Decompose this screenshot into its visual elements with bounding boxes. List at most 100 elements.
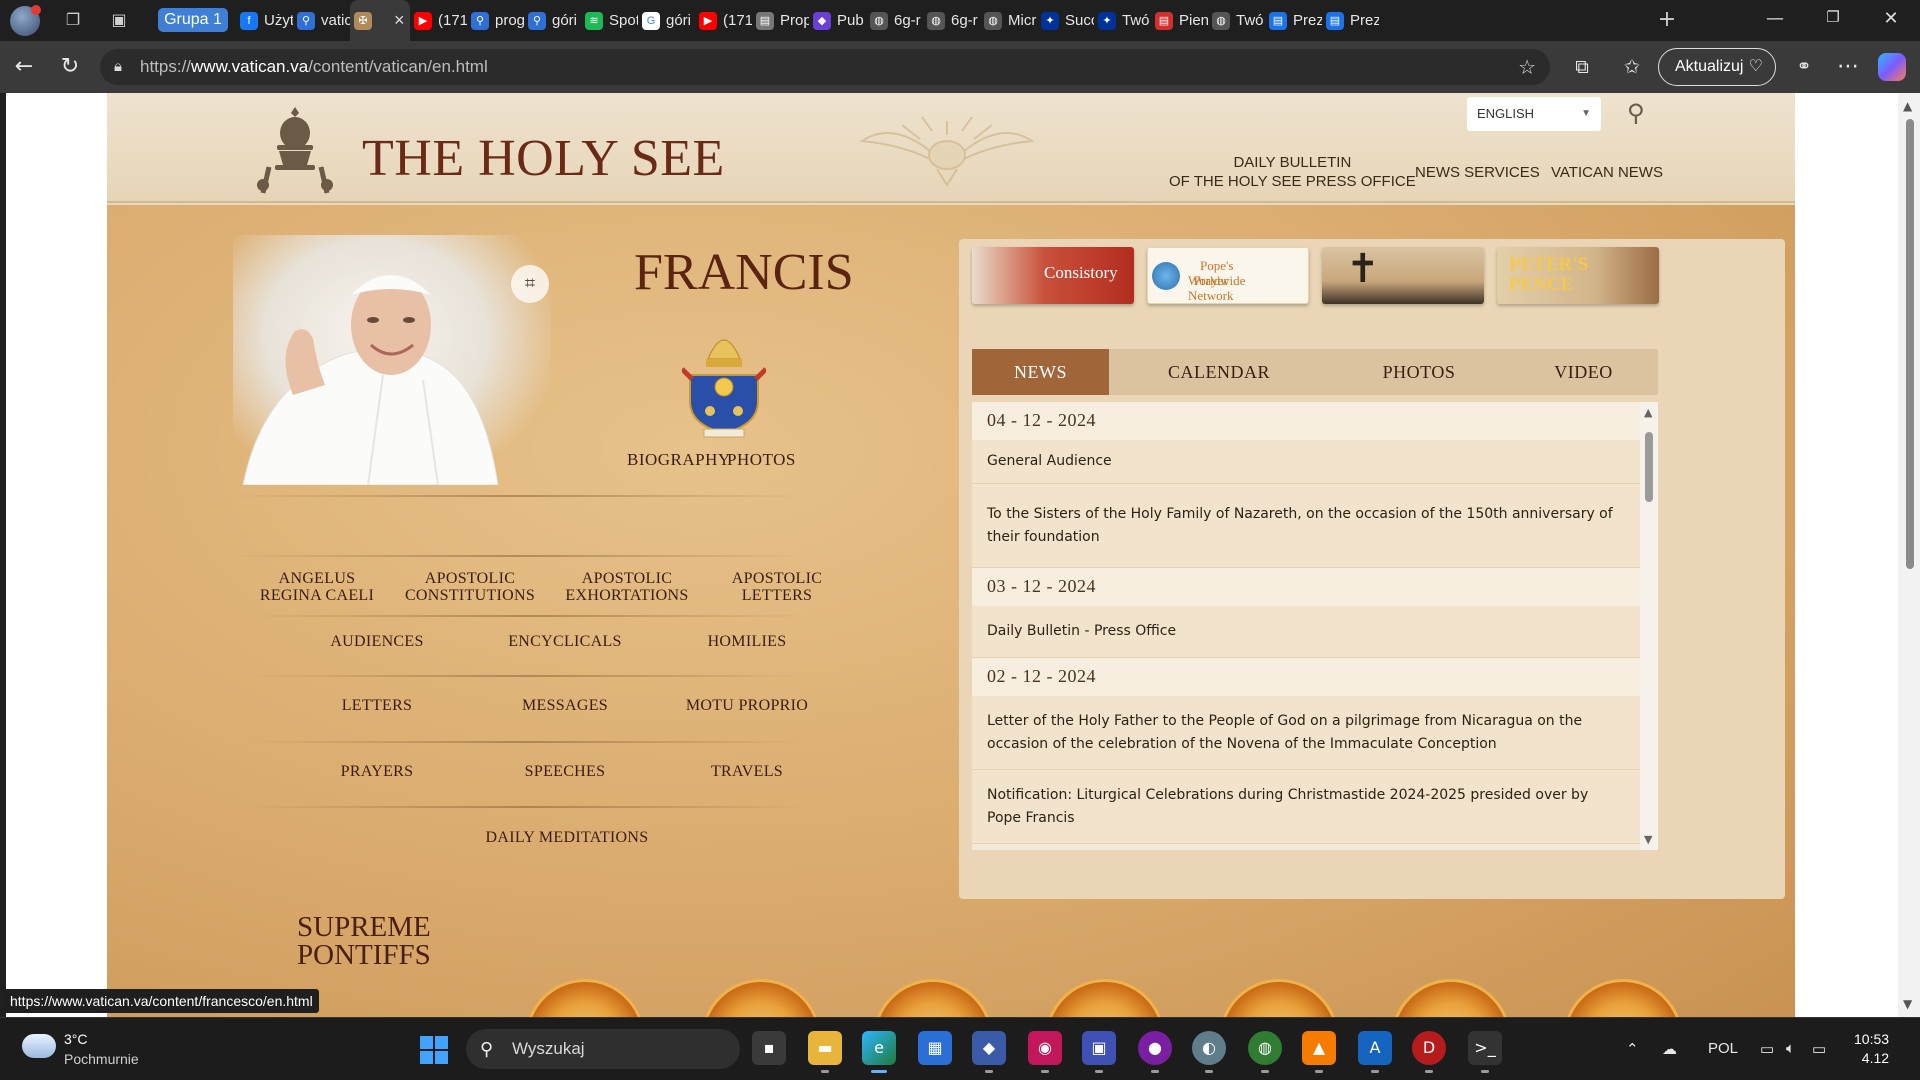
start-button[interactable] bbox=[420, 1036, 448, 1064]
news-services-link[interactable]: NEWS SERVICES bbox=[1415, 163, 1540, 182]
browser-tab[interactable]: Ggóri bbox=[638, 0, 695, 41]
category-daily-meditations[interactable]: DAILY MEDITATIONS bbox=[467, 829, 667, 846]
favorites-icon[interactable]: ✩ bbox=[1618, 53, 1646, 81]
supreme-pontiffs-heading[interactable]: SUPREME PONTIFFS bbox=[297, 913, 431, 970]
volume-icon[interactable]: 🔈︎ bbox=[1786, 1040, 1795, 1057]
display-icon[interactable]: ▭ bbox=[1760, 1040, 1774, 1058]
page-scrollbar[interactable]: ▲ ▼ bbox=[1898, 93, 1920, 1017]
news-item[interactable]: Notification: Liturgical Celebrations du… bbox=[972, 770, 1640, 844]
cloud-icon[interactable] bbox=[22, 1034, 56, 1058]
scroll-thumb[interactable] bbox=[1906, 119, 1914, 569]
visual-search-icon[interactable]: ⌗ bbox=[511, 265, 549, 303]
terminal-icon[interactable]: >_ bbox=[1468, 1031, 1502, 1073]
category-letters[interactable]: LETTERS bbox=[322, 697, 432, 714]
app-icon[interactable]: ◉ bbox=[1028, 1031, 1062, 1073]
language-select[interactable]: ENGLISH ▼ bbox=[1467, 97, 1601, 131]
weather-temperature[interactable]: 3°C bbox=[64, 1031, 88, 1047]
github-icon[interactable]: ● bbox=[1138, 1031, 1172, 1073]
cross-banner[interactable]: ✝ bbox=[1322, 247, 1484, 304]
save-icon[interactable]: ▣ bbox=[1082, 1031, 1116, 1073]
chevron-up-icon[interactable]: ⌃ bbox=[1626, 1040, 1639, 1058]
prayer-network-banner[interactable]: Pope's Worldwide Prayer Network bbox=[1147, 247, 1309, 304]
profile-avatar[interactable] bbox=[10, 5, 41, 36]
language-indicator[interactable]: POL bbox=[1708, 1040, 1738, 1057]
browser-tab[interactable]: ▶ (171 bbox=[410, 0, 467, 41]
copilot-icon[interactable] bbox=[1878, 53, 1906, 81]
category-angelus[interactable]: ANGELUS REGINA CAELI bbox=[257, 570, 377, 604]
new-tab-icon[interactable]: + bbox=[1656, 9, 1678, 31]
scroll-up-icon[interactable]: ▲ bbox=[1903, 99, 1912, 113]
browser-tab[interactable]: ◍ Twó bbox=[1208, 0, 1265, 41]
workspaces-icon[interactable]: ❐ bbox=[62, 9, 84, 31]
app-icon[interactable]: A bbox=[1358, 1031, 1392, 1073]
store-icon[interactable]: ▦ bbox=[918, 1031, 952, 1065]
browser-tab[interactable]: ▶ (171 bbox=[695, 0, 752, 41]
minimize-icon[interactable]: — bbox=[1752, 8, 1798, 29]
virtualbox-icon[interactable]: ◆ bbox=[972, 1031, 1006, 1073]
category-messages[interactable]: MESSAGES bbox=[500, 697, 630, 714]
news-item[interactable]: Daily Bulletin - Press Office bbox=[972, 606, 1640, 658]
category-speeches[interactable]: SPEECHES bbox=[500, 763, 630, 780]
category-prayers[interactable]: PRAYERS bbox=[322, 763, 432, 780]
pope-name[interactable]: FRANCIS bbox=[634, 243, 854, 302]
browser-tab[interactable]: ⚲ prog bbox=[467, 0, 524, 41]
vlc-icon[interactable]: ▲ bbox=[1302, 1031, 1336, 1073]
browser-tab[interactable]: ⚲ vatic bbox=[293, 0, 350, 41]
pope-portrait[interactable] bbox=[233, 235, 551, 485]
network-icon[interactable]: ☁ bbox=[1662, 1040, 1677, 1058]
category-audiences[interactable]: AUDIENCES bbox=[322, 633, 432, 650]
category-apostolic-constitutions[interactable]: APOSTOLIC CONSTITUTIONS bbox=[400, 570, 540, 604]
address-bar[interactable]: 🔒︎ https://www.vatican.va/content/vatica… bbox=[100, 49, 1550, 85]
news-scrollbar[interactable]: ▲ ▼ bbox=[1640, 402, 1658, 850]
file-explorer-icon[interactable]: ▬ bbox=[808, 1031, 842, 1073]
browser-essentials-icon[interactable]: ⚭ bbox=[1790, 53, 1818, 81]
category-travels[interactable]: TRAVELS bbox=[692, 763, 802, 780]
photos-link[interactable]: PHOTOS bbox=[727, 450, 796, 470]
favorite-star-icon[interactable]: ☆ bbox=[1518, 55, 1536, 79]
category-encyclicals[interactable]: ENCYCLICALS bbox=[500, 633, 630, 650]
tab-video[interactable]: VIDEO bbox=[1509, 349, 1658, 395]
task-view-icon[interactable]: ▪ bbox=[752, 1031, 786, 1065]
category-homilies[interactable]: HOMILIES bbox=[692, 633, 802, 650]
clock[interactable]: 10:53 4.12 bbox=[1854, 1030, 1889, 1068]
browser-tab[interactable]: ▤ Prez bbox=[1322, 0, 1379, 41]
taskbar-search[interactable]: ⚲ Wyszukaj bbox=[466, 1029, 740, 1069]
peters-pence-banner[interactable]: PETER'S PENCE bbox=[1497, 247, 1659, 304]
browser-tab[interactable]: f Użyt bbox=[236, 0, 293, 41]
close-tab-icon[interactable]: × bbox=[394, 10, 405, 31]
url-text[interactable]: https://www.vatican.va/content/vatican/e… bbox=[140, 57, 488, 77]
tab-actions-icon[interactable]: ▣ bbox=[108, 9, 130, 31]
news-item[interactable]: General Audience bbox=[972, 440, 1640, 484]
browser-tab[interactable]: ◍ 6g-r bbox=[866, 0, 923, 41]
more-options-icon[interactable]: ⋯ bbox=[1834, 53, 1862, 81]
scroll-thumb[interactable] bbox=[1645, 432, 1653, 502]
browser-tab[interactable]: ◆ Pub bbox=[809, 0, 866, 41]
tab-news[interactable]: NEWS bbox=[972, 349, 1109, 395]
consistory-banner[interactable]: Consistory bbox=[972, 247, 1134, 304]
tab-calendar[interactable]: CALENDAR bbox=[1109, 349, 1329, 395]
update-button[interactable]: Aktualizuj ♡ bbox=[1658, 48, 1776, 86]
battery-icon[interactable]: ▭ bbox=[1812, 1040, 1826, 1058]
papal-tiara-icon[interactable] bbox=[255, 105, 335, 199]
edge-icon[interactable]: e bbox=[862, 1031, 896, 1073]
back-icon[interactable]: ← bbox=[10, 53, 38, 81]
weather-description[interactable]: Pochmurnie bbox=[64, 1051, 139, 1067]
site-title[interactable]: THE HOLY SEE bbox=[362, 129, 725, 188]
refresh-icon[interactable]: ↻ bbox=[56, 53, 84, 81]
browser-tab[interactable]: ⚲ góri bbox=[524, 0, 581, 41]
restore-icon[interactable]: ❐ bbox=[1810, 8, 1856, 26]
scroll-down-icon[interactable]: ▼ bbox=[1903, 997, 1912, 1011]
daily-bulletin-link[interactable]: DAILY BULLETIN OF THE HOLY SEE PRESS OFFI… bbox=[1169, 153, 1416, 191]
news-item[interactable]: Letter of the Holy Father to the People … bbox=[972, 696, 1640, 770]
scroll-up-icon[interactable]: ▲ bbox=[1644, 406, 1652, 419]
browser-tab[interactable]: ✦ Succ bbox=[1037, 0, 1094, 41]
category-motu-proprio[interactable]: MOTU PROPRIO bbox=[672, 697, 822, 714]
tab-group-label[interactable]: Grupa 1 bbox=[158, 8, 228, 32]
browser-tab[interactable]: ≋ Spot bbox=[581, 0, 638, 41]
scroll-down-icon[interactable]: ▼ bbox=[1644, 833, 1652, 846]
browser-tab[interactable]: ✦ Twó bbox=[1094, 0, 1151, 41]
news-item[interactable]: To the Sisters of the Holy Family of Naz… bbox=[972, 484, 1640, 568]
browser-tab[interactable]: ◍ Micr bbox=[980, 0, 1037, 41]
tab-photos[interactable]: PHOTOS bbox=[1329, 349, 1509, 395]
category-apostolic-exhortations[interactable]: APOSTOLIC EXHORTATIONS bbox=[557, 570, 697, 604]
